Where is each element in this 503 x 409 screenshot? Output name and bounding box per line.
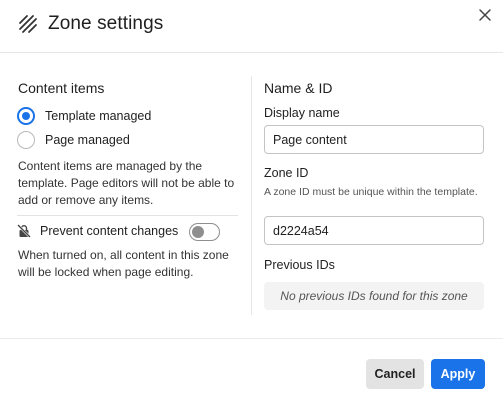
- apply-button[interactable]: Apply: [431, 359, 485, 389]
- cancel-button[interactable]: Cancel: [366, 359, 424, 389]
- prevent-changes-description: When turned on, all content in this zone…: [18, 248, 229, 279]
- display-name-label: Display name: [264, 106, 340, 120]
- previous-ids-label: Previous IDs: [264, 258, 335, 272]
- lock-slash-icon: [17, 224, 31, 238]
- prevent-changes-toggle[interactable]: [189, 223, 220, 241]
- prevent-changes-label: Prevent content changes: [40, 224, 179, 238]
- column-divider: [251, 76, 252, 315]
- radio-label: Page managed: [45, 133, 130, 147]
- dialog-header: Zone settings: [0, 0, 503, 53]
- toggle-knob: [192, 225, 204, 238]
- zone-id-input[interactable]: [264, 216, 484, 245]
- zone-id-help: A zone ID must be unique within the temp…: [264, 186, 478, 198]
- display-name-input[interactable]: [264, 125, 484, 154]
- content-items-heading: Content items: [18, 80, 105, 96]
- radio-button-unchecked[interactable]: [17, 131, 35, 149]
- close-icon[interactable]: [474, 4, 496, 26]
- radio-label: Template managed: [45, 109, 152, 123]
- content-items-description: Content items are managed by the templat…: [18, 159, 235, 207]
- radio-template-managed[interactable]: Template managed: [17, 106, 151, 126]
- zone-hatch-icon: [19, 15, 37, 33]
- previous-ids-empty: No previous IDs found for this zone: [264, 282, 484, 310]
- divider: [17, 215, 238, 216]
- radio-page-managed[interactable]: Page managed: [17, 130, 130, 150]
- zone-id-label: Zone ID: [264, 166, 309, 180]
- dialog-title: Zone settings: [48, 13, 164, 34]
- name-id-heading: Name & ID: [264, 80, 333, 96]
- radio-button-checked[interactable]: [17, 107, 35, 125]
- zone-settings-dialog: Zone settings Content items Template man…: [0, 0, 503, 409]
- footer-divider: [0, 338, 503, 339]
